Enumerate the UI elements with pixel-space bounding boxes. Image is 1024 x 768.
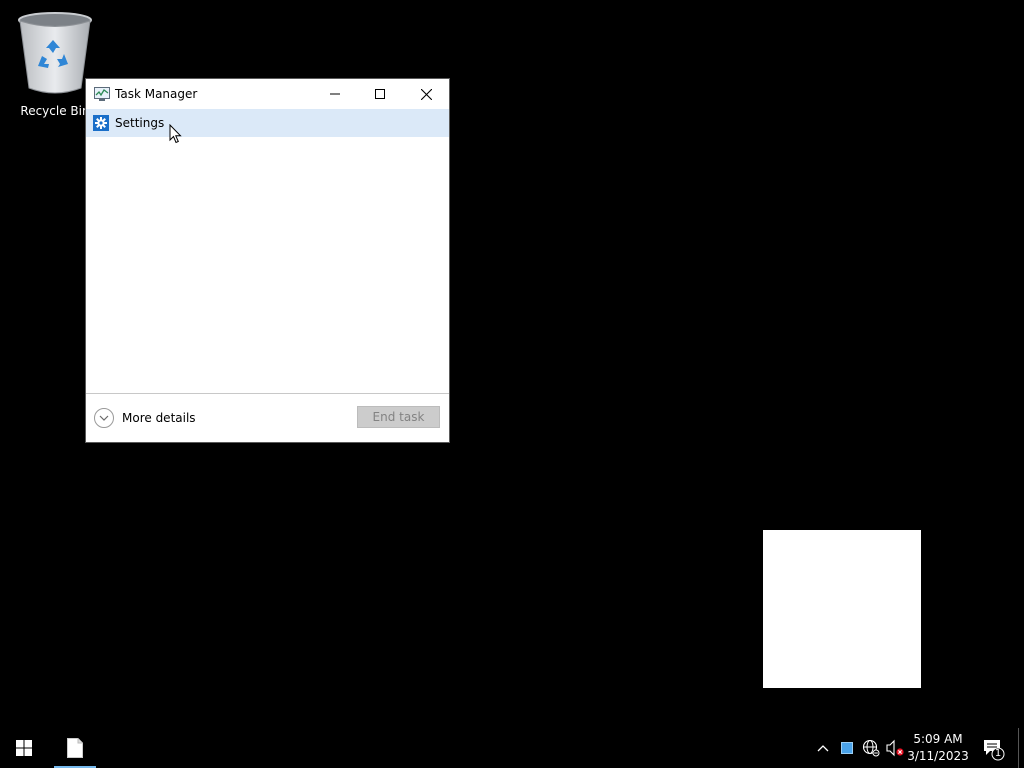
blue-square-icon xyxy=(841,742,853,754)
process-list: Settings xyxy=(86,109,449,393)
more-details-label: More details xyxy=(122,411,196,425)
start-button[interactable] xyxy=(0,728,48,768)
clock[interactable]: 5:09 AM 3/11/2023 xyxy=(905,731,971,765)
chevron-up-icon xyxy=(817,745,829,752)
minimize-button[interactable] xyxy=(312,79,358,109)
file-icon xyxy=(67,738,83,758)
maximize-icon xyxy=(375,89,385,99)
task-manager-window: Task Manager Settings More details End t… xyxy=(86,79,449,442)
notification-count: 1 xyxy=(994,748,1002,759)
maximize-button[interactable] xyxy=(357,79,403,109)
clock-time: 5:09 AM xyxy=(913,732,963,746)
taskbar: 5:09 AM 3/11/2023 1 xyxy=(0,728,1024,768)
minimize-icon xyxy=(330,93,340,95)
taskbar-app-file[interactable] xyxy=(54,728,96,768)
window-footer: More details End task xyxy=(86,394,449,442)
volume-muted-icon xyxy=(886,739,904,757)
volume-button[interactable] xyxy=(885,738,905,758)
tray-app-button[interactable] xyxy=(838,738,856,758)
close-icon xyxy=(420,88,432,100)
chevron-down-icon xyxy=(94,408,114,428)
action-center-button[interactable]: 1 xyxy=(976,734,1008,762)
gear-icon xyxy=(93,115,109,131)
network-button[interactable] xyxy=(861,738,881,758)
more-details-toggle[interactable]: More details xyxy=(94,408,196,428)
title-bar[interactable]: Task Manager xyxy=(86,79,449,109)
close-button[interactable] xyxy=(403,79,449,109)
task-manager-icon xyxy=(94,87,110,101)
clock-date: 3/11/2023 xyxy=(907,749,969,763)
process-row-settings[interactable]: Settings xyxy=(86,109,449,137)
window-title: Task Manager xyxy=(115,87,198,101)
blank-window[interactable] xyxy=(763,530,921,688)
network-globe-icon xyxy=(862,739,880,757)
process-name: Settings xyxy=(115,116,165,130)
windows-logo-icon xyxy=(16,740,32,756)
recycle-bin-icon xyxy=(18,12,92,94)
mouse-cursor-icon xyxy=(169,124,182,144)
show-desktop-button[interactable] xyxy=(1018,728,1019,768)
end-task-button[interactable]: End task xyxy=(357,406,440,428)
show-hidden-icons-button[interactable] xyxy=(814,738,832,758)
